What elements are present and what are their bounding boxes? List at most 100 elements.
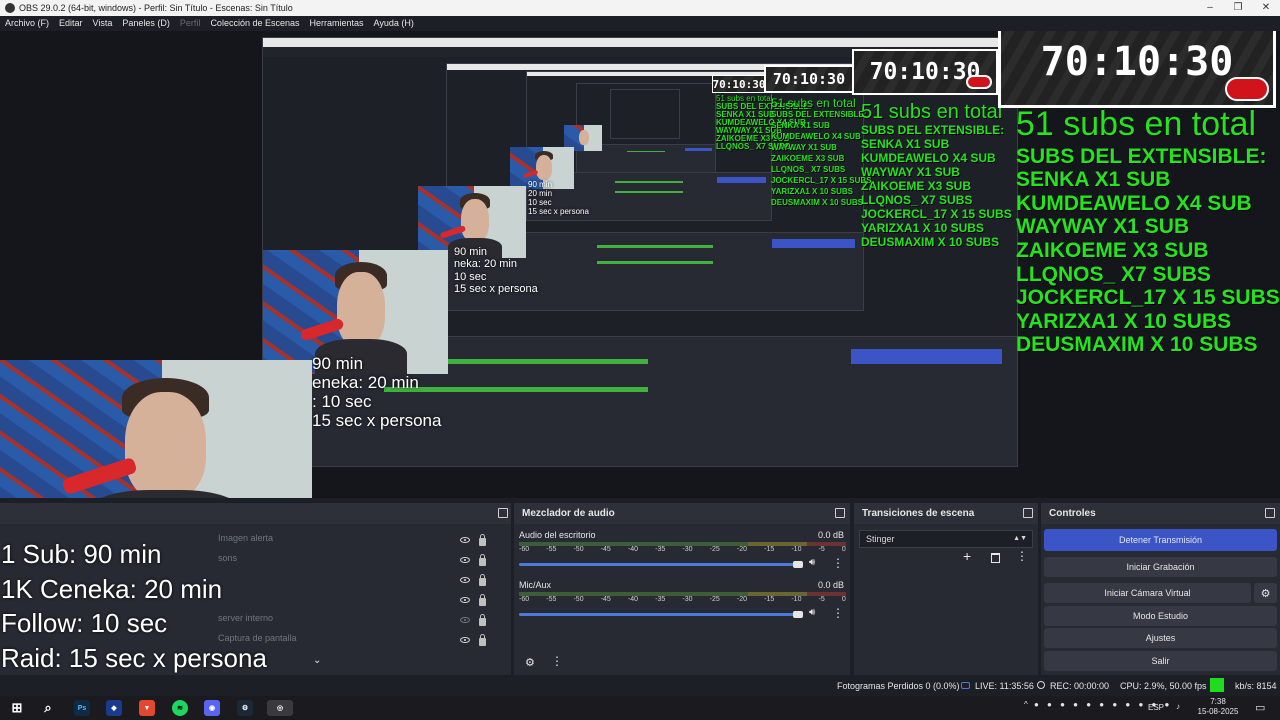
connection-status-indicator [1210, 678, 1224, 692]
notification-icon[interactable]: ▭ [1255, 701, 1265, 714]
lock-icon[interactable] [479, 633, 486, 646]
live-icon [961, 682, 970, 689]
status-bar: Fotogramas Perdidos 0 (0.0%) LIVE: 11:35… [0, 675, 1280, 696]
sub-entry: ZAIKOEME X3 SUB [1016, 238, 1209, 262]
eye-icon[interactable] [460, 637, 470, 643]
app-icon[interactable]: ◆ [106, 700, 122, 716]
channel-db: 0.0 dB [817, 530, 844, 540]
chevron-down-icon[interactable]: ⌄ [313, 655, 321, 666]
undock-icon[interactable] [835, 508, 845, 518]
menu-bar: Archivo (F) Editar Vista Paneles (D) Per… [0, 16, 1280, 31]
eye-hidden-icon[interactable] [460, 617, 470, 623]
menu-editar[interactable]: Editar [54, 16, 88, 31]
studio-mode-button[interactable]: Modo Estudio [1044, 606, 1277, 626]
title-bar: OBS 29.0.2 (64-bit, windows) - Perfil: S… [0, 0, 1280, 16]
steam-icon[interactable]: ⚙ [237, 700, 253, 716]
nested-subs-0: 51 subs en total SUBS DEL EXTENSIBLE: SE… [861, 101, 1012, 249]
windows-icon[interactable]: ⊞ [9, 700, 25, 716]
clock-time: 7:38 [1210, 697, 1226, 706]
scene-transitions-dock: Transiciones de escena Stinger ▲▼ + ⋮ [854, 503, 1038, 675]
brave-icon[interactable]: ▼ [139, 700, 155, 716]
stop-streaming-button[interactable]: Detener Transmisión [1044, 529, 1277, 551]
virtual-camera-gear-icon[interactable]: ⚙ [1254, 583, 1277, 603]
eye-icon[interactable] [460, 577, 470, 583]
maximize-button[interactable]: ❐ [1224, 0, 1252, 16]
volume-fader[interactable] [519, 613, 799, 616]
rule-follow: Follow: 10 sec [1, 608, 168, 638]
transitions-title: Transiciones de escena [854, 503, 1038, 524]
menu-ayuda[interactable]: Ayuda (H) [369, 16, 419, 31]
obs-icon[interactable]: ◎ [267, 700, 293, 716]
mixer-title: Mezclador de audio [514, 503, 850, 524]
settings-button[interactable]: Ajustes [1044, 628, 1277, 648]
mixer-settings-gear-icon[interactable]: ⚙ [525, 656, 535, 669]
menu-archivo[interactable]: Archivo (F) [0, 16, 54, 31]
speaker-icon[interactable]: 🔊︎ [809, 607, 815, 618]
undock-icon[interactable] [498, 508, 508, 518]
sub-entry: YARIZXA1 X 10 SUBS [1016, 309, 1232, 333]
live-time: LIVE: 11:35:56 [975, 681, 1034, 691]
webcam-timer-rules: 1 Sub: 90 min 1K Ceneka: 20 min Follow: … [1, 537, 267, 675]
search-icon[interactable]: ⌕ [40, 700, 56, 716]
trash-icon[interactable] [991, 553, 1000, 563]
undock-icon[interactable] [1023, 508, 1033, 518]
volume-fader[interactable] [519, 563, 799, 566]
channel-menu-icon[interactable]: ⋮ [831, 606, 845, 620]
lock-icon[interactable] [479, 573, 486, 586]
subs-header: SUBS DEL EXTENSIBLE: [1016, 144, 1267, 168]
menu-paneles[interactable]: Paneles (D) [117, 16, 175, 31]
channel-menu-icon[interactable]: ⋮ [831, 556, 845, 570]
window-title: OBS 29.0.2 (64-bit, windows) - Perfil: S… [19, 3, 293, 13]
nested-cam-text-1: 90 min eneka: 20 min : 10 sec 15 sec x p… [312, 354, 442, 431]
transition-select[interactable]: Stinger ▲▼ [859, 530, 1033, 548]
mixer-channel-desktop: Audio del escritorio 0.0 dB -60 -55 -50 -45… [519, 530, 849, 574]
menu-vista[interactable]: Vista [88, 16, 118, 31]
sub-entry: LLQNOS_ X7 SUBS [1016, 262, 1211, 286]
lock-icon[interactable] [479, 553, 486, 566]
webcam-feed [0, 360, 312, 498]
scene-preview[interactable]: 90 min 20 min 10 sec 15 sec x persona 90… [0, 31, 1280, 498]
updown-icon: ▲▼ [1013, 535, 1027, 542]
exit-button[interactable]: Salir [1044, 651, 1277, 671]
eye-icon[interactable] [460, 557, 470, 563]
lock-icon[interactable] [479, 613, 486, 626]
tray-chevron-icon[interactable]: ^ [1024, 700, 1028, 709]
countdown-timer: 70:10:30 [998, 31, 1276, 108]
start-recording-button[interactable]: Iniciar Grabación [1044, 557, 1277, 577]
channel-name: Audio del escritorio [519, 530, 596, 540]
akatsuki-cloud-icon [1225, 77, 1269, 101]
lock-icon[interactable] [479, 533, 486, 546]
source-toggles [460, 530, 486, 650]
menu-coleccion-escenas[interactable]: Colección de Escenas [205, 16, 304, 31]
spotify-icon[interactable]: ≋ [172, 700, 188, 716]
rec-icon [1037, 681, 1045, 689]
volume-icon[interactable]: ♪ [1176, 702, 1180, 711]
fader-handle[interactable] [793, 611, 803, 618]
close-button[interactable]: ✕ [1252, 0, 1280, 16]
eye-icon[interactable] [460, 537, 470, 543]
add-transition-icon[interactable]: + [963, 548, 971, 564]
minimize-button[interactable]: – [1196, 0, 1224, 16]
cpu-fps: CPU: 2.9%, 50.00 fps [1120, 681, 1207, 691]
undock-icon[interactable] [1265, 508, 1275, 518]
transition-menu-icon[interactable]: ⋮ [1015, 549, 1029, 563]
fader-handle[interactable] [793, 561, 803, 568]
rule-raid: Raid: 15 sec x persona [1, 642, 267, 673]
eye-icon[interactable] [460, 597, 470, 603]
clock[interactable]: 7:38 15-08-2025 [1197, 697, 1239, 717]
menu-perfil: Perfil [179, 18, 201, 28]
nested-timer-1: 70:10:30 [852, 49, 998, 95]
speaker-icon[interactable]: 🔊︎ [809, 557, 815, 568]
timer-text: 70:10:30 [1040, 39, 1234, 85]
window-controls: – ❐ ✕ [1196, 0, 1280, 16]
discord-icon[interactable]: ◉ [204, 700, 220, 716]
photoshop-icon[interactable]: Ps [74, 700, 90, 716]
mixer-menu-icon[interactable]: ⋮ [550, 654, 564, 668]
nested-subs-1: 51 subs en total SUBS DEL EXTENSIBLE: SE… [771, 96, 872, 207]
subs-total: 51 subs en total [1016, 105, 1257, 143]
channel-db: 0.0 dB [817, 580, 844, 590]
lock-icon[interactable] [479, 593, 486, 606]
menu-herramientas[interactable]: Herramientas [305, 16, 369, 31]
start-virtual-camera-button[interactable]: Iniciar Cámara Virtual [1044, 583, 1251, 603]
language-indicator[interactable]: ESP [1148, 703, 1164, 712]
